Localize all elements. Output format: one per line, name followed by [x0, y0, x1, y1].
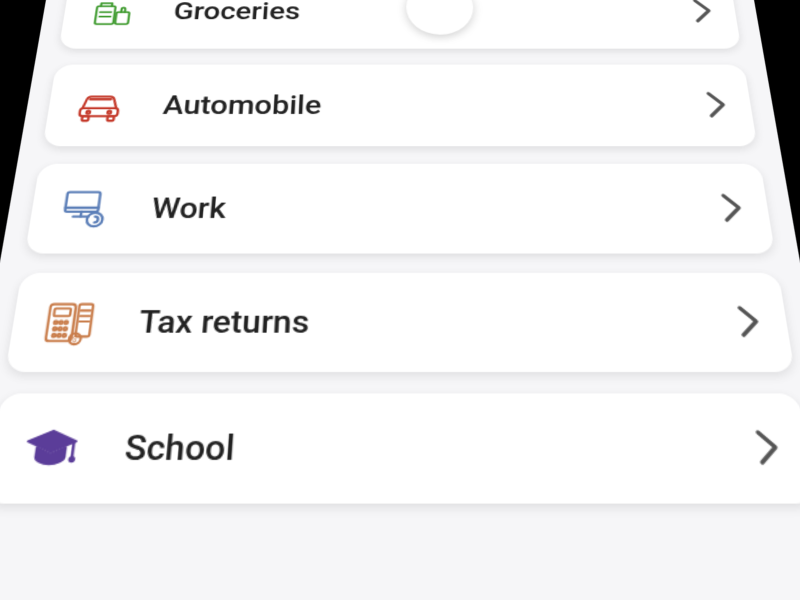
- groceries-icon: [85, 0, 141, 31]
- category-groceries[interactable]: Groceries: [59, 0, 742, 49]
- category-work[interactable]: Work: [25, 164, 775, 254]
- category-school[interactable]: School: [0, 393, 800, 503]
- graduation-icon: [16, 418, 86, 478]
- category-automobile[interactable]: Automobile: [43, 65, 758, 147]
- category-label: School: [123, 427, 759, 468]
- category-list: Groceries: [0, 0, 800, 504]
- car-icon: [70, 83, 129, 128]
- chevron-right-icon: [691, 0, 714, 23]
- category-label: Groceries: [172, 0, 695, 25]
- category-tax-returns[interactable]: $ Tax returns: [5, 273, 794, 372]
- chevron-right-icon: [705, 91, 729, 119]
- calculator-icon: $: [36, 295, 102, 349]
- category-label: Tax returns: [137, 303, 741, 340]
- stage: Groceries: [0, 0, 800, 600]
- chevron-right-icon: [754, 429, 783, 467]
- monitor-icon: [54, 184, 116, 233]
- phone-frame: Groceries: [0, 0, 800, 600]
- chevron-right-icon: [719, 193, 744, 224]
- category-label: Automobile: [162, 89, 709, 120]
- category-label: Work: [150, 191, 724, 225]
- chevron-right-icon: [736, 305, 763, 339]
